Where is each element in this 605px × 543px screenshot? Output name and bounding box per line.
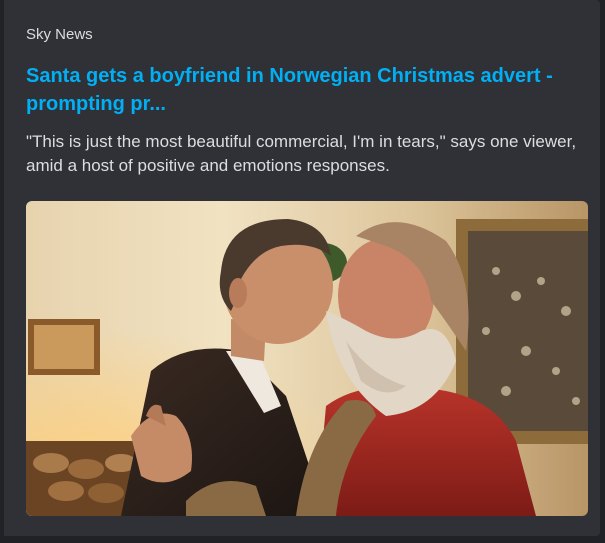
embed-thumbnail-photo (26, 201, 588, 516)
embed-provider[interactable]: Sky News (26, 26, 93, 43)
embed-description: "This is just the most beautiful commerc… (26, 132, 577, 175)
link-embed: Sky News Santa gets a boyfriend in Norwe… (0, 0, 600, 536)
embed-image[interactable] (26, 201, 588, 516)
embed-title-link[interactable]: Santa gets a boyfriend in Norwegian Chri… (26, 62, 586, 118)
